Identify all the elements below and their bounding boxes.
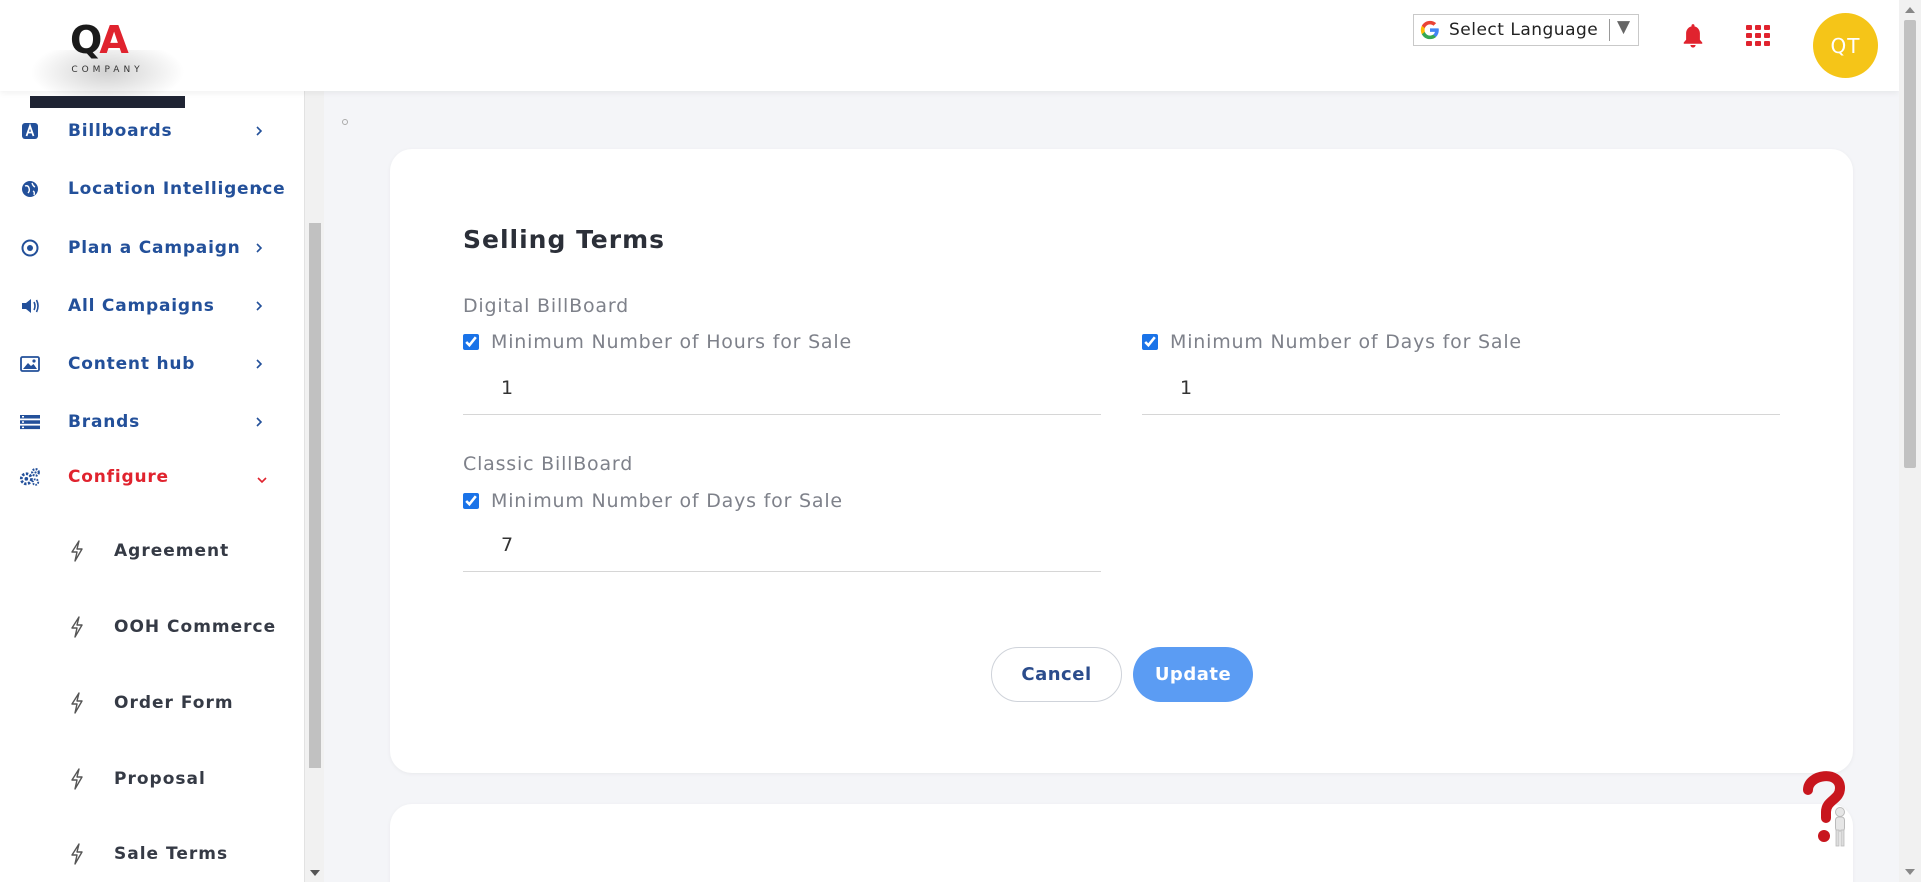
billboard-icon [19,120,41,142]
sidebar-item-label: Brands [68,412,141,432]
page-title: Selling Terms [463,225,666,254]
secondary-card [390,804,1853,882]
sidebar-item-label: All Campaigns [68,296,215,316]
chevron-down-icon [257,477,267,484]
classic-min-days-input[interactable] [463,520,1101,570]
bolt-icon [71,616,83,638]
sidebar-subitem-label: Order Form [114,693,234,713]
sidebar-item-label: Plan a Campaign [68,238,241,258]
scroll-up-arrow-icon[interactable] [1905,7,1915,13]
sidebar-scrollbar[interactable] [305,91,324,882]
chevron-right-icon [256,359,263,369]
apps-grid-icon[interactable] [1746,25,1770,46]
cancel-button[interactable]: Cancel [991,647,1122,702]
notification-bell-icon[interactable] [1680,22,1706,50]
update-button[interactable]: Update [1133,647,1253,702]
bolt-icon [71,540,83,562]
classic-min-days-field [463,520,1101,572]
help-icon[interactable] [1800,768,1852,848]
classic-min-days-label: Minimum Number of Days for Sale [491,490,843,512]
selling-terms-card: Selling Terms Digital BillBoard Minimum … [390,149,1853,773]
bolt-icon [71,843,83,865]
sidebar-item-label: Billboards [68,121,173,141]
classic-min-days-checkbox[interactable] [463,493,479,509]
chevron-right-icon [256,184,263,194]
page-scrollbar[interactable] [1899,0,1921,882]
bolt-icon [71,692,83,714]
digital-min-hours-option: Minimum Number of Hours for Sale [463,331,852,353]
logo-mark: QA [70,18,129,62]
image-icon [19,353,41,375]
sidebar-item-brands[interactable]: Brands [0,402,280,442]
digital-min-days-option: Minimum Number of Days for Sale [1142,331,1522,353]
sidebar-subitem-label: Proposal [114,769,206,789]
chevron-down-icon: ▼ [1617,17,1631,37]
digital-min-hours-field [463,363,1101,415]
google-icon [1420,20,1439,40]
sidebar-subitem-sale-terms[interactable]: Sale Terms [0,834,280,874]
language-label: Select Language [1449,20,1599,40]
sidebar-item-all-campaigns[interactable]: All Campaigns [0,286,280,326]
sidebar-item-plan-a-campaign[interactable]: Plan a Campaign [0,228,280,268]
sidebar-item-configure[interactable]: Configure [0,457,280,497]
sidebar-item-label: Content hub [68,354,196,374]
sidebar-item-billboards[interactable]: Billboards [0,111,280,151]
sidebar-subitem-agreement[interactable]: Agreement [0,531,280,571]
chevron-right-icon [256,126,263,136]
sidebar-subitem-proposal[interactable]: Proposal [0,759,280,799]
chevron-right-icon [256,417,263,427]
digital-min-days-input[interactable] [1142,363,1780,413]
top-header: QA COMPANY Select Language ▼ QT [0,0,1899,108]
decorative-dot [342,119,348,125]
target-icon [19,237,41,259]
digital-min-days-label: Minimum Number of Days for Sale [1170,331,1522,353]
sidebar-subitem-ooh-commerce[interactable]: OOH Commerce [0,607,280,647]
sidebar-subitem-label: Agreement [114,541,230,561]
avatar[interactable]: QT [1813,13,1878,78]
company-logo[interactable]: QA COMPANY [30,10,185,108]
sidebar-subitem-label: Sale Terms [114,844,229,864]
gears-icon [19,466,41,488]
classic-min-days-option: Minimum Number of Days for Sale [463,490,843,512]
list-icon [19,411,41,433]
megaphone-icon [19,295,41,317]
classic-billboard-label: Classic BillBoard [463,453,634,475]
sidebar-item-location-intelligence[interactable]: Location Intelligence [0,169,285,209]
digital-min-hours-input[interactable] [463,363,1101,413]
digital-min-hours-checkbox[interactable] [463,334,479,350]
chevron-right-icon [256,243,263,253]
logo-subtitle: COMPANY [71,65,144,75]
digital-billboard-label: Digital BillBoard [463,295,629,317]
sidebar-subitem-order-form[interactable]: Order Form [0,683,280,723]
digital-min-days-field [1142,363,1780,415]
bolt-icon [71,768,83,790]
language-select[interactable]: Select Language ▼ [1413,14,1639,46]
sidebar-item-content-hub[interactable]: Content hub [0,344,280,384]
globe-icon [19,178,41,200]
sidebar: Billboards Location Intelligence Plan a … [0,91,305,882]
digital-min-days-checkbox[interactable] [1142,334,1158,350]
scroll-down-arrow-icon[interactable] [1905,869,1915,875]
sidebar-subitem-label: OOH Commerce [114,617,277,637]
sidebar-item-label: Configure [68,467,169,487]
digital-min-hours-label: Minimum Number of Hours for Sale [491,331,852,353]
page-scrollbar-thumb[interactable] [1904,20,1916,468]
sidebar-scrollbar-thumb[interactable] [309,223,321,768]
scroll-down-arrow-icon[interactable] [310,870,320,876]
chevron-right-icon [256,301,263,311]
